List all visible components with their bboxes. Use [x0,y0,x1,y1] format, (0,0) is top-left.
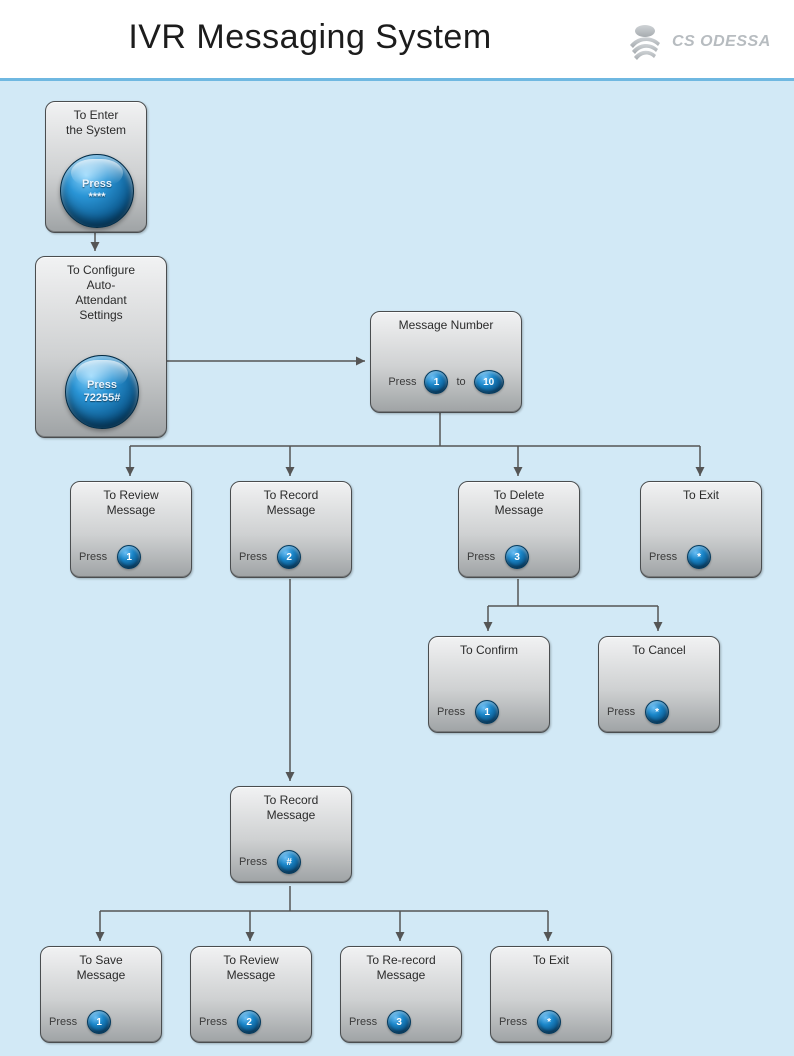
node-configure: To Configure Auto- Attendant Settings Pr… [35,256,167,438]
big-key-code: **** [88,191,105,204]
node-title: To Exit [641,482,761,503]
press-label: Press [239,551,267,563]
press-row: Press 1 [437,700,499,724]
key-button[interactable]: 1 [87,1010,111,1034]
node-cancel: To Cancel Press * [598,636,720,733]
big-key-code: 72255# [84,392,121,405]
key-button[interactable]: * [687,545,711,569]
node-enter-system: To Enter the System Press **** [45,101,147,233]
node-title: To Review Message [191,947,311,983]
to-label: to [456,376,465,388]
logo: CS ODESSA [624,18,774,66]
node-record-message: To Record Message Press 2 [230,481,352,578]
press-label: Press [437,706,465,718]
node-exit: To Exit Press * [640,481,762,578]
press-row: Press 1 [79,545,141,569]
press-label: Press [388,376,416,388]
key-button[interactable]: 2 [237,1010,261,1034]
key-button[interactable]: 1 [475,700,499,724]
press-key-enter[interactable]: Press **** [60,154,134,228]
press-label: Press [239,856,267,868]
press-row: Press 2 [199,1010,261,1034]
node-title: To Cancel [599,637,719,658]
node-save-message: To Save Message Press 1 [40,946,162,1043]
key-button[interactable]: 10 [474,370,504,394]
node-title: To Record Message [231,482,351,518]
node-rerecord-message: To Re-record Message Press 3 [340,946,462,1043]
node-delete-message: To Delete Message Press 3 [458,481,580,578]
press-row: Press * [649,545,711,569]
key-button[interactable]: # [277,850,301,874]
node-title: To Re-record Message [341,947,461,983]
node-review-message-2: To Review Message Press 2 [190,946,312,1043]
node-confirm: To Confirm Press 1 [428,636,550,733]
node-exit-2: To Exit Press * [490,946,612,1043]
press-label: Press [499,1016,527,1028]
node-title: To Exit [491,947,611,968]
node-review-message: To Review Message Press 1 [70,481,192,578]
node-title: To Save Message [41,947,161,983]
press-label: Press [467,551,495,563]
node-title: Message Number [371,312,521,333]
node-title: To Delete Message [459,482,579,518]
node-title: To Configure Auto- Attendant Settings [36,257,166,323]
node-title: To Confirm [429,637,549,658]
node-title: To Enter the System [46,102,146,138]
key-button[interactable]: 2 [277,545,301,569]
key-button[interactable]: 1 [117,545,141,569]
logo-swirl-icon [624,21,666,63]
press-row: Press 1 to 10 [371,370,521,394]
press-row: Press * [607,700,669,724]
press-label: Press [199,1016,227,1028]
page: IVR Messaging System [0,0,794,1056]
press-label: Press [607,706,635,718]
press-label: Press [649,551,677,563]
key-button[interactable]: * [645,700,669,724]
big-key-label: Press [82,178,112,191]
key-button[interactable]: 3 [387,1010,411,1034]
press-row: Press # [239,850,301,874]
logo-text: CS ODESSA [672,33,771,51]
press-label: Press [49,1016,77,1028]
node-title: To Record Message [231,787,351,823]
press-row: Press 3 [349,1010,411,1034]
press-row: Press 2 [239,545,301,569]
press-row: Press * [499,1010,561,1034]
press-label: Press [349,1016,377,1028]
big-key-label: Press [87,379,117,392]
page-title: IVR Messaging System [0,18,620,57]
key-button[interactable]: * [537,1010,561,1034]
press-key-configure[interactable]: Press 72255# [65,355,139,429]
node-message-number: Message Number Press 1 to 10 [370,311,522,413]
key-button[interactable]: 3 [505,545,529,569]
press-row: Press 3 [467,545,529,569]
press-row: Press 1 [49,1010,111,1034]
key-button[interactable]: 1 [424,370,448,394]
node-record-message-hash: To Record Message Press # [230,786,352,883]
diagram-canvas: To Enter the System Press **** To Config… [0,81,794,1056]
header: IVR Messaging System [0,0,794,81]
node-title: To Review Message [71,482,191,518]
press-label: Press [79,551,107,563]
